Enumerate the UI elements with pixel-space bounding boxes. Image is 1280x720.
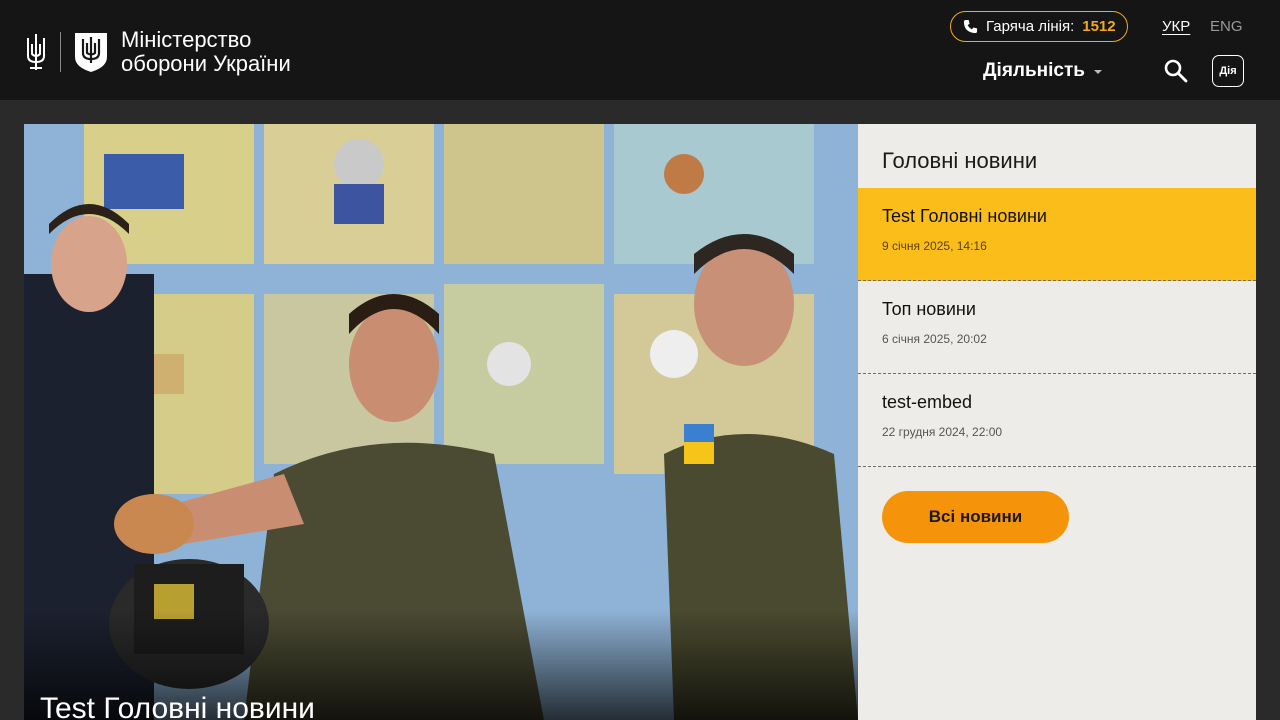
lang-eng-link[interactable]: ENG: [1210, 18, 1243, 35]
news-date: 6 січня 2025, 20:02: [882, 332, 987, 346]
brand-logo-link[interactable]: Міністерство оборони України: [24, 28, 291, 76]
nav-activity-label: Діяльність: [983, 60, 1085, 81]
hotline-number: 1512: [1082, 18, 1116, 35]
news-title: Test Головні новини: [882, 206, 1047, 226]
hero-news-card[interactable]: Test Головні новини: [24, 124, 858, 720]
brand-divider: [60, 32, 61, 72]
phone-icon: [963, 19, 978, 34]
diia-button[interactable]: Дія: [1212, 55, 1244, 87]
site-header: Міністерство оборони України Гаряча ліні…: [0, 0, 1280, 100]
news-item-3[interactable]: test-embed 22 грудня 2024, 22:00: [858, 374, 1256, 467]
news-date: 22 грудня 2024, 22:00: [882, 425, 1003, 439]
nav-activity-menu[interactable]: Діяльність: [983, 60, 1102, 82]
panel-title: Головні новини: [882, 148, 1038, 173]
hero-title[interactable]: Test Головні новини: [40, 692, 315, 720]
news-title: test-embed: [882, 392, 973, 412]
brand-name-line1: Міністерство: [121, 27, 252, 52]
hotline-button[interactable]: Гаряча лінія: 1512: [950, 11, 1128, 42]
trident-icon: [27, 34, 45, 70]
all-news-button[interactable]: Всі новини: [882, 491, 1069, 543]
news-item-2[interactable]: Топ новини 6 січня 2025, 20:02: [858, 281, 1256, 374]
brand-name-line2: оборони України: [121, 51, 291, 76]
diia-icon: Дія: [1219, 65, 1237, 77]
news-title: Топ новини: [882, 299, 976, 319]
search-icon[interactable]: [1163, 58, 1189, 84]
top-news-panel: Головні новини Test Головні новини 9 січ…: [858, 124, 1256, 720]
news-item-1[interactable]: Test Головні новини 9 січня 2025, 14:16: [858, 188, 1256, 281]
brand-name: Міністерство оборони України: [121, 28, 291, 76]
hotline-label: Гаряча лінія:: [986, 18, 1075, 35]
lang-ukr-link[interactable]: УКР: [1162, 18, 1190, 35]
news-date: 9 січня 2025, 14:16: [882, 239, 987, 253]
shield-logo-icon: [75, 33, 107, 72]
chevron-down-icon: [1093, 70, 1102, 74]
